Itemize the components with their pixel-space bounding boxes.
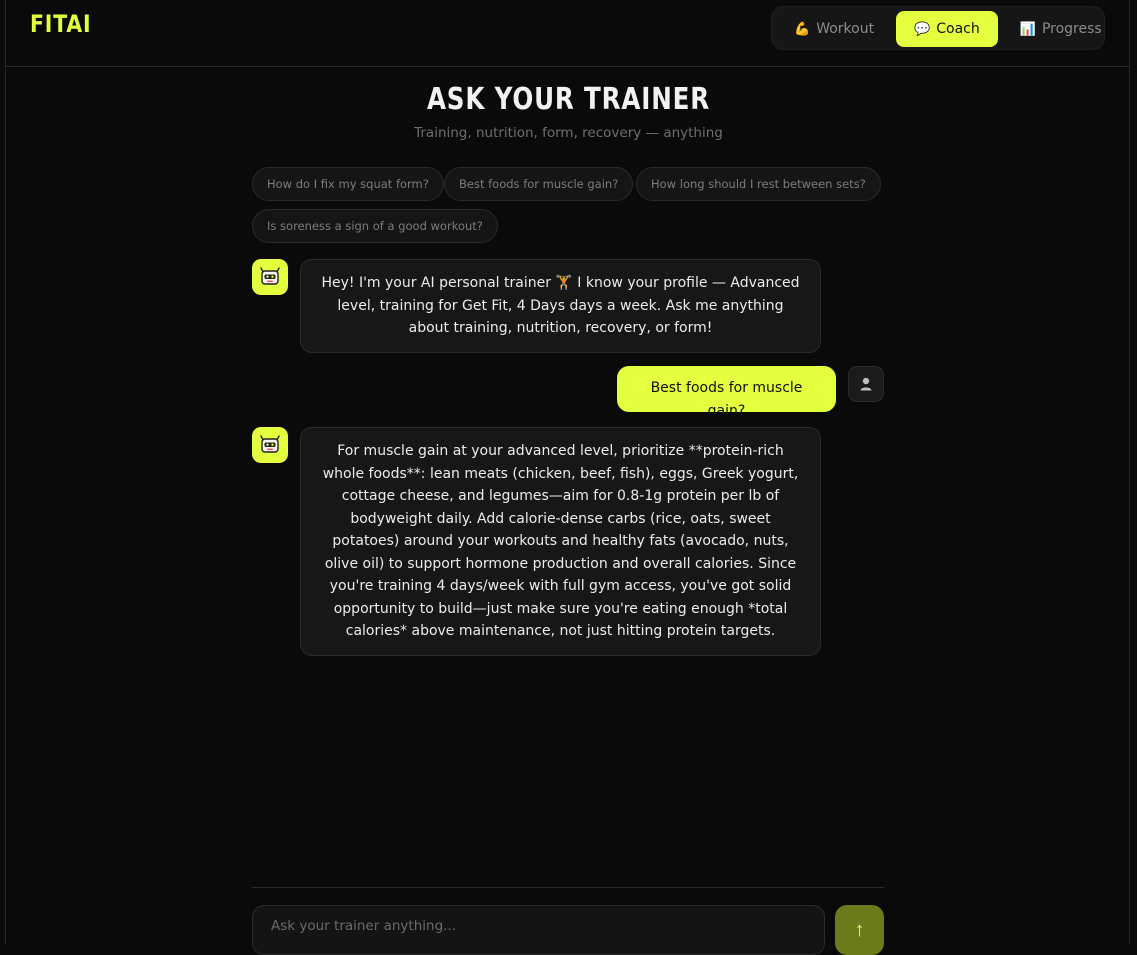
assistant-message: Hey! I'm your AI personal trainer 🏋️ I k… [300, 259, 821, 353]
tab-workout[interactable]: 💪 Workout [776, 11, 892, 47]
user-message: Best foods for muscle gain? [617, 366, 836, 419]
tab-progress[interactable]: 📊 Progress [1002, 11, 1120, 47]
page-subtitle: Training, nutrition, form, recovery — an… [414, 125, 723, 141]
arrow-up-icon: ↑ [854, 919, 865, 941]
trainer-avatar [252, 427, 288, 463]
tab-coach[interactable]: 💬 Coach [896, 11, 998, 47]
robot-face-icon [260, 435, 280, 453]
trainer-avatar [252, 259, 288, 295]
suggestion-chip[interactable]: Best foods for muscle gain? [444, 167, 634, 201]
send-button[interactable]: ↑ [835, 905, 884, 955]
bar-chart-icon: 📊 [1019, 21, 1036, 37]
composer-divider [252, 887, 884, 888]
flexed-bicep-icon: 💪 [794, 21, 811, 37]
tab-progress-label: Progress [1041, 21, 1102, 37]
robot-face-icon [260, 267, 280, 285]
page-title: ASK YOUR TRAINER [426, 82, 711, 117]
person-icon [860, 377, 872, 391]
assistant-message: For muscle gain at your advanced level, … [300, 427, 821, 656]
app-logo[interactable]: FITAI [30, 10, 91, 38]
suggestion-chip[interactable]: How long should I rest between sets? [636, 167, 881, 201]
top-bar: FITAI 💪 Workout 💬 Coach 📊 Progress [5, 0, 1130, 67]
chat-input[interactable] [252, 905, 825, 955]
main-nav: 💪 Workout 💬 Coach 📊 Progress [771, 6, 1105, 50]
tab-coach-label: Coach [936, 21, 980, 37]
user-avatar [848, 366, 884, 402]
speech-bubble-icon: 💬 [914, 21, 931, 37]
suggestion-chip[interactable]: Is soreness a sign of a good workout? [252, 209, 498, 243]
suggestion-chip[interactable]: How do I fix my squat form? [252, 167, 444, 201]
tab-workout-label: Workout [816, 21, 875, 37]
